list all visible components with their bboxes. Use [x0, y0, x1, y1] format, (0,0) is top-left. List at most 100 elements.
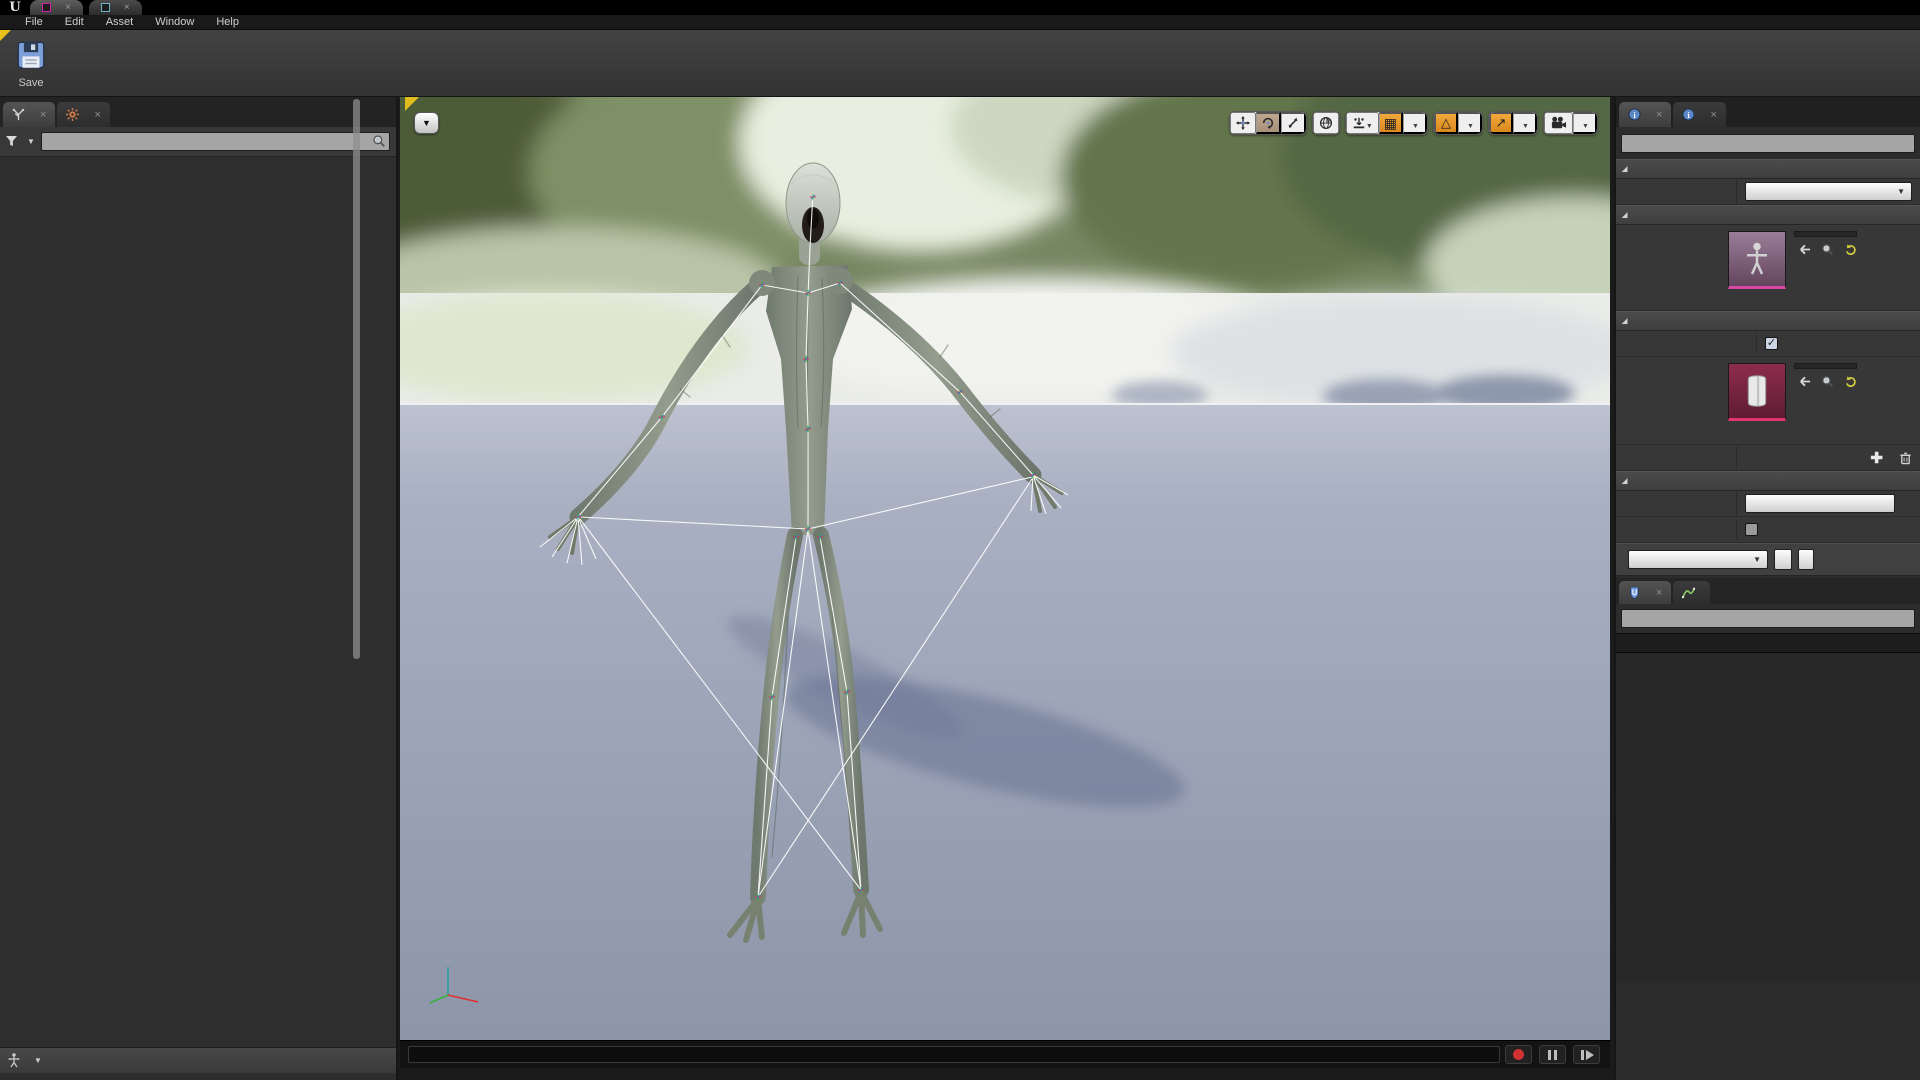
menu-window[interactable]: Window — [144, 15, 205, 29]
scale-icon — [1286, 116, 1300, 130]
step-forward-button[interactable] — [1573, 1045, 1600, 1064]
browse-to-asset-icon[interactable] — [1821, 243, 1834, 256]
menu-asset[interactable]: Asset — [95, 15, 145, 29]
menu-help[interactable]: Help — [205, 15, 250, 29]
grid-snap-value[interactable]: ▼ — [1403, 112, 1427, 134]
use-selected-icon[interactable] — [1798, 243, 1811, 256]
notify-name-column-header — [1616, 633, 1920, 653]
toolbar-button-label: Save — [18, 77, 43, 89]
menu-file[interactable]: File — [14, 15, 54, 29]
additional-meshes-row — [1616, 357, 1920, 445]
camera-speed-button[interactable] — [1544, 112, 1573, 134]
options-button[interactable]: ▼ — [6, 136, 35, 147]
search-animation-notifies-input[interactable] — [1621, 609, 1915, 628]
section-mesh[interactable]: ◢ — [1616, 205, 1920, 225]
add-profile-button[interactable] — [1774, 549, 1792, 570]
expander-icon: ◢ — [1622, 211, 1627, 219]
allow-different-skeletons-checkbox[interactable]: ✓ — [1765, 337, 1778, 350]
close-icon[interactable]: × — [1656, 109, 1662, 121]
reset-icon[interactable] — [1844, 243, 1857, 256]
scale-snap-toggle[interactable]: ↗ — [1489, 112, 1513, 134]
additional-meshes-thumbnail[interactable] — [1728, 363, 1786, 421]
tab-retarget-manager[interactable]: × — [57, 102, 109, 127]
notify-tabs: × — [1616, 578, 1920, 604]
details-search-input[interactable] — [1621, 134, 1915, 153]
toolbar-save-button[interactable]: Save — [4, 32, 58, 95]
asset-name-chip[interactable] — [1794, 231, 1857, 237]
preview-mesh-thumbnail[interactable] — [1728, 231, 1786, 289]
playback-controls — [1505, 1045, 1600, 1064]
tab-details[interactable]: × — [1619, 102, 1671, 127]
rotation-snap-toggle[interactable]: △ — [1434, 112, 1458, 134]
pause-button[interactable] — [1539, 1045, 1566, 1064]
window-tab-skm-monster3[interactable]: × — [30, 0, 83, 15]
collection-name-chip[interactable] — [1794, 363, 1857, 369]
floppy-icon — [14, 38, 48, 72]
blend-profile-bar[interactable]: ▼ — [0, 1047, 396, 1073]
tree-options-row: ▼ — [0, 127, 396, 157]
scale-snap-icon: ↗ — [1496, 115, 1507, 131]
surface-snap-icon — [1352, 116, 1366, 130]
browse-to-asset-icon[interactable] — [1821, 375, 1834, 388]
close-icon[interactable]: × — [40, 109, 46, 121]
add-element-icon[interactable]: ✚ — [1870, 449, 1883, 467]
menu-edit[interactable]: Edit — [54, 15, 95, 29]
shared-profile-row — [1616, 517, 1920, 543]
window-tab-sk-monster3-skeleton[interactable]: × — [89, 0, 142, 15]
scale-snap-value[interactable]: ▼ — [1513, 112, 1537, 134]
close-icon[interactable]: × — [1710, 109, 1716, 121]
tab-preview-scene-settings[interactable]: × — [1673, 102, 1725, 127]
grid-icon: ▦ — [1384, 115, 1397, 132]
tab-skeleton-tree[interactable]: × — [3, 102, 55, 127]
close-icon[interactable]: × — [1656, 587, 1662, 599]
close-icon[interactable]: × — [65, 2, 71, 13]
close-icon[interactable]: × — [94, 109, 100, 121]
profile-name-input[interactable] — [1745, 494, 1895, 513]
trash-icon[interactable] — [1899, 451, 1912, 465]
profile-dropdown[interactable]: ▼ — [1628, 550, 1768, 569]
rotate-icon — [1261, 116, 1275, 130]
preview-controller-dropdown[interactable]: ▼ — [1745, 182, 1912, 201]
viewport-toolbar: ▼ — [414, 112, 439, 134]
pause-icon — [1554, 1050, 1557, 1060]
section-settings[interactable]: ◢ — [1616, 471, 1920, 491]
close-icon[interactable]: × — [124, 2, 130, 13]
section-animation[interactable]: ◢ — [1616, 159, 1920, 179]
collection-thumbnail-figure — [1744, 374, 1770, 408]
rotation-snap-value[interactable]: ▼ — [1458, 112, 1482, 134]
timeline-scrubber[interactable] — [408, 1046, 1500, 1063]
shared-profile-checkbox[interactable] — [1745, 523, 1758, 536]
tab-animation-notifies[interactable]: × — [1619, 581, 1671, 604]
scale-tool-button[interactable] — [1281, 112, 1306, 134]
remove-profile-button-partial[interactable] — [1798, 549, 1814, 570]
preview-viewport[interactable]: ▼ ▼ ▦ ▼ △ ▼ ↗ ▼ — [400, 97, 1610, 1068]
translate-tool-button[interactable] — [1230, 112, 1256, 134]
tab-anim-curves[interactable] — [1673, 581, 1710, 604]
additional-meshes-label — [1616, 363, 1728, 438]
timeline-bar — [400, 1040, 1610, 1068]
notify-searchbox — [1621, 609, 1915, 628]
notify-list-empty[interactable] — [1616, 653, 1920, 983]
search-icon — [372, 134, 386, 148]
profile-strip: ▼ — [1616, 543, 1920, 576]
camera-speed-value[interactable]: ▼ — [1573, 112, 1597, 134]
viewport-scene — [400, 97, 1610, 1040]
use-selected-icon[interactable] — [1798, 375, 1811, 388]
grid-snap-toggle[interactable]: ▦ — [1379, 112, 1403, 134]
viewport-options-dropdown[interactable]: ▼ — [414, 112, 439, 134]
pause-icon — [1548, 1050, 1551, 1060]
reset-icon[interactable] — [1844, 375, 1857, 388]
expander-icon: ◢ — [1622, 317, 1627, 325]
surface-snap-button[interactable]: ▼ — [1346, 112, 1379, 134]
menu-bar: FileEditAssetWindowHelp — [0, 15, 1920, 30]
search-skeleton-tree-input[interactable] — [41, 132, 390, 151]
tree-scrollbar[interactable] — [353, 99, 360, 659]
skeleton-tree-searchbox — [41, 132, 390, 151]
skeleton-tree-icon — [12, 108, 25, 121]
chevron-down-icon: ▼ — [27, 137, 35, 146]
section-additional-meshes[interactable]: ◢ — [1616, 311, 1920, 331]
left-panel-tabs: × × — [0, 97, 396, 127]
record-button[interactable] — [1505, 1045, 1532, 1064]
world-local-toggle-button[interactable] — [1313, 112, 1339, 134]
rotate-tool-button[interactable] — [1256, 112, 1281, 134]
